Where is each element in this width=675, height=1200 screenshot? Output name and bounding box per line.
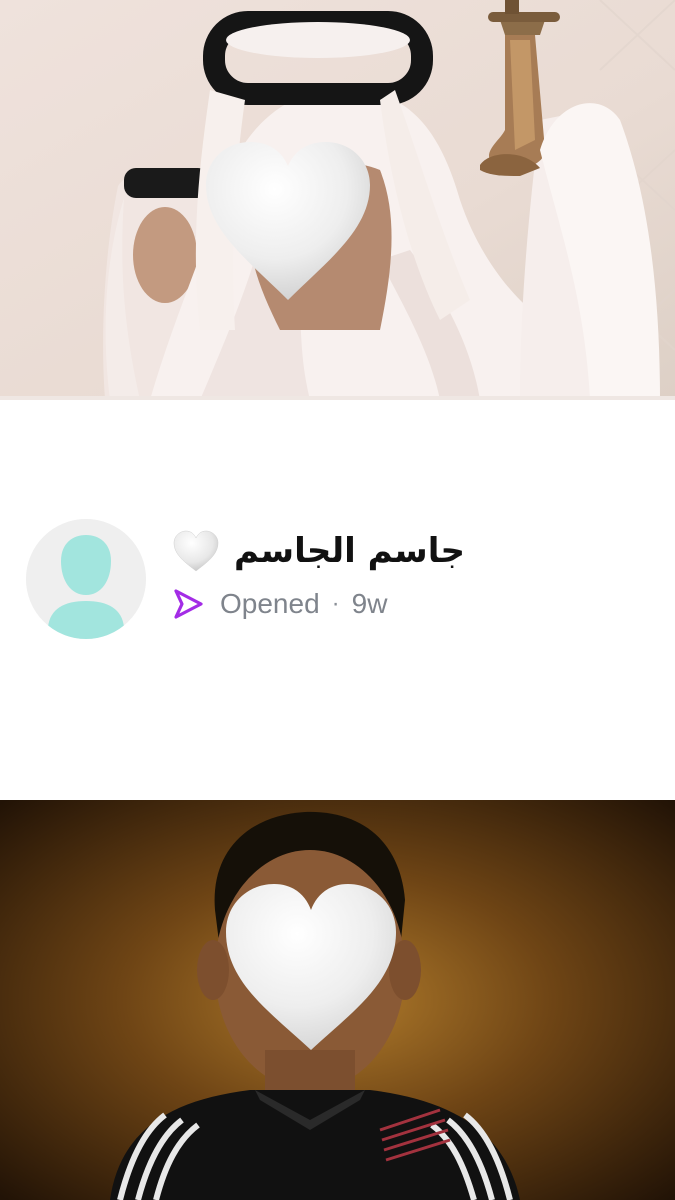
bottom-photo[interactable] bbox=[0, 800, 675, 1200]
bottom-photo-image bbox=[0, 800, 675, 1200]
status-label: Opened bbox=[220, 588, 320, 619]
sent-arrow-icon bbox=[174, 589, 203, 619]
sender-avatar[interactable] bbox=[26, 519, 146, 639]
status-separator: · bbox=[331, 590, 340, 617]
top-photo[interactable] bbox=[0, 0, 675, 400]
top-photo-image bbox=[0, 0, 675, 400]
sender-name: جاسم الجاسم bbox=[234, 531, 465, 571]
status-age: 9w bbox=[351, 588, 388, 619]
default-avatar-icon bbox=[26, 519, 146, 639]
status-row: Opened · 9w bbox=[172, 586, 387, 622]
white-heart-icon bbox=[173, 530, 219, 572]
sender-name-row[interactable]: جاسم الجاسم bbox=[172, 526, 465, 576]
